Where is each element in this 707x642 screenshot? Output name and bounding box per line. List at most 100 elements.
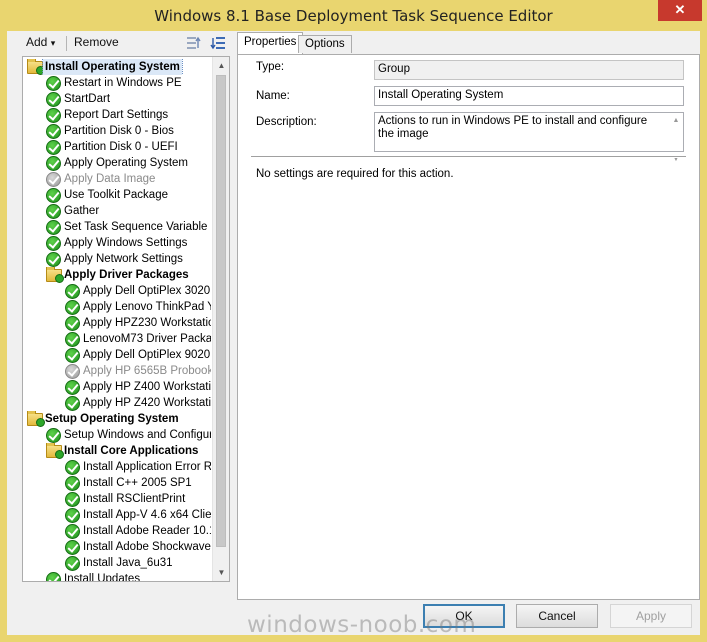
tree-item-label: Install Core Applications — [64, 445, 199, 457]
check-icon — [65, 316, 80, 331]
tree-step-item[interactable]: Install Adobe Shockwave — [65, 539, 211, 555]
description-textarea[interactable]: Actions to run in Windows PE to install … — [374, 112, 684, 163]
scroll-up-arrow-icon[interactable]: ▲ — [213, 57, 229, 74]
tree-item-label: Apply Operating System — [64, 157, 189, 169]
tree-step-item[interactable]: Apply HPZ230 Workstation — [65, 315, 211, 331]
tree-step-item[interactable]: Gather — [46, 203, 211, 219]
tree-step-item[interactable]: Apply HP 6565B Probook — [65, 363, 211, 379]
tree-item-label: Install Operating System — [42, 59, 183, 75]
check-icon — [65, 524, 80, 539]
type-label: Type: — [256, 61, 285, 73]
tree-group-item[interactable]: Install Core Applications — [46, 443, 211, 459]
tree-step-item[interactable]: LenovoM73 Driver Packag — [65, 331, 211, 347]
check-icon — [46, 76, 61, 91]
tree-item-label: Set Task Sequence Variable — [64, 221, 208, 233]
check-icon — [46, 156, 61, 171]
tree-step-item[interactable]: Report Dart Settings — [46, 107, 211, 123]
check-icon — [46, 252, 61, 267]
check-icon — [46, 220, 61, 235]
tree-step-item[interactable]: Partition Disk 0 - UEFI — [46, 139, 211, 155]
tree-item-label: Setup Windows and Configura — [64, 429, 211, 441]
tree-item-label: Apply Data Image — [64, 173, 156, 185]
tree-step-item[interactable]: Restart in Windows PE — [46, 75, 211, 91]
close-button[interactable]: ✕ — [658, 0, 702, 21]
move-down-icon[interactable] — [210, 35, 226, 51]
tree-item-label: Install RSClientPrint — [83, 493, 186, 505]
tree-step-item[interactable]: Partition Disk 0 - Bios — [46, 123, 211, 139]
tree-item-label: Gather — [64, 205, 100, 217]
check-icon — [46, 428, 61, 443]
tree-item-label: Apply HPZ230 Workstation — [83, 317, 211, 329]
tree-toolbar: Add ▾ Remove — [14, 33, 231, 53]
tree-item-label: Install Updates — [64, 573, 141, 582]
tree-step-item[interactable]: Set Task Sequence Variable — [46, 219, 211, 235]
tree-item-label: Use Toolkit Package — [64, 189, 168, 201]
check-icon — [65, 348, 80, 363]
check-badge-icon — [55, 450, 64, 459]
tree-group-item[interactable]: Apply Driver Packages — [46, 267, 211, 283]
tree-item-label: Apply Dell OptiPlex 9020 — [83, 349, 211, 361]
tree-step-item[interactable]: Use Toolkit Package — [46, 187, 211, 203]
check-icon — [46, 188, 61, 203]
chevron-down-icon: ▾ — [50, 38, 56, 48]
tree-item-label: Apply HP 6565B Probook — [83, 365, 211, 377]
tree-step-item[interactable]: Setup Windows and Configura — [46, 427, 211, 443]
tree-step-item[interactable]: StartDart — [46, 91, 211, 107]
tree-step-item[interactable]: Apply HP Z420 Workstatio — [65, 395, 211, 411]
tab-properties[interactable]: Properties — [237, 32, 304, 54]
tree-group-item[interactable]: Install Operating System — [27, 59, 211, 75]
folder-check-icon — [46, 267, 64, 283]
watermark-text: windows-noob.com — [247, 612, 477, 638]
task-sequence-tree[interactable]: Install Updates Install Java_6u31 Install … — [22, 56, 230, 582]
tree-scrollbar[interactable]: ▲ ▼ — [212, 57, 229, 581]
tree-item-label: Apply HP Z420 Workstatio — [83, 397, 211, 409]
tree-item-label: Partition Disk 0 - UEFI — [64, 141, 178, 153]
tree-step-item[interactable]: Install Application Error Rep — [65, 459, 211, 475]
scroll-down-arrow-icon[interactable]: ▼ — [213, 564, 229, 581]
tree-item-label: LenovoM73 Driver Packag — [83, 333, 211, 345]
tree-step-item[interactable]: Install Updates — [46, 571, 211, 582]
check-icon — [65, 300, 80, 315]
tree-item-label: Install App-V 4.6 x64 Client — [83, 509, 211, 521]
check-icon — [46, 92, 61, 107]
tree-step-item[interactable]: Apply Windows Settings — [46, 235, 211, 251]
move-up-icon[interactable] — [186, 35, 202, 51]
tree-step-item[interactable]: Install App-V 4.6 x64 Client — [65, 507, 211, 523]
tree-step-item[interactable]: Install Java_6u31 — [65, 555, 211, 571]
tree-item-label: Install Application Error Rep — [83, 461, 211, 473]
tree-step-item[interactable]: Apply Lenovo ThinkPad Yo — [65, 299, 211, 315]
tree-item-label: Install Adobe Shockwave — [83, 541, 211, 553]
tree-step-item[interactable]: Apply HP Z400 Workstatio — [65, 379, 211, 395]
description-scrollbar[interactable]: ▲ ▼ — [670, 114, 682, 163]
tree-item-label: Setup Operating System — [45, 413, 179, 425]
tree-step-item[interactable]: Install Adobe Reader 10.1 — [65, 523, 211, 539]
properties-divider — [251, 156, 686, 158]
check-icon — [65, 284, 80, 299]
check-icon — [65, 492, 80, 507]
cancel-button[interactable]: Cancel — [516, 604, 598, 628]
tree-group-item[interactable]: Setup Operating System — [27, 411, 211, 427]
tab-options[interactable]: Options — [298, 35, 352, 53]
remove-button[interactable]: Remove — [74, 35, 119, 49]
tree-item-label: Install Java_6u31 — [83, 557, 173, 569]
tree-item-label: Apply Network Settings — [64, 253, 183, 265]
no-settings-message: No settings are required for this action… — [256, 168, 454, 180]
tree-step-item[interactable]: Apply Data Image — [46, 171, 211, 187]
tree-item-label: Apply Windows Settings — [64, 237, 188, 249]
tree-step-item[interactable]: Install C++ 2005 SP1 — [65, 475, 211, 491]
tree-step-item[interactable]: Apply Dell OptiPlex 3020 — [65, 283, 211, 299]
tree-step-item[interactable]: Apply Dell OptiPlex 9020 — [65, 347, 211, 363]
apply-button[interactable]: Apply — [610, 604, 692, 628]
type-field: Group — [374, 60, 684, 80]
add-menu-button[interactable]: Add ▾ — [26, 35, 55, 49]
tree-step-item[interactable]: Install RSClientPrint — [65, 491, 211, 507]
check-icon — [65, 476, 80, 491]
title-bar[interactable]: Windows 8.1 Base Deployment Task Sequenc… — [0, 0, 707, 31]
tree-item-label: Apply HP Z400 Workstatio — [83, 381, 211, 393]
scroll-thumb[interactable] — [216, 75, 226, 547]
name-input[interactable]: Install Operating System — [374, 86, 684, 106]
check-icon — [46, 108, 61, 123]
check-icon — [65, 540, 80, 555]
tree-step-item[interactable]: Apply Network Settings — [46, 251, 211, 267]
tree-step-item[interactable]: Apply Operating System — [46, 155, 211, 171]
